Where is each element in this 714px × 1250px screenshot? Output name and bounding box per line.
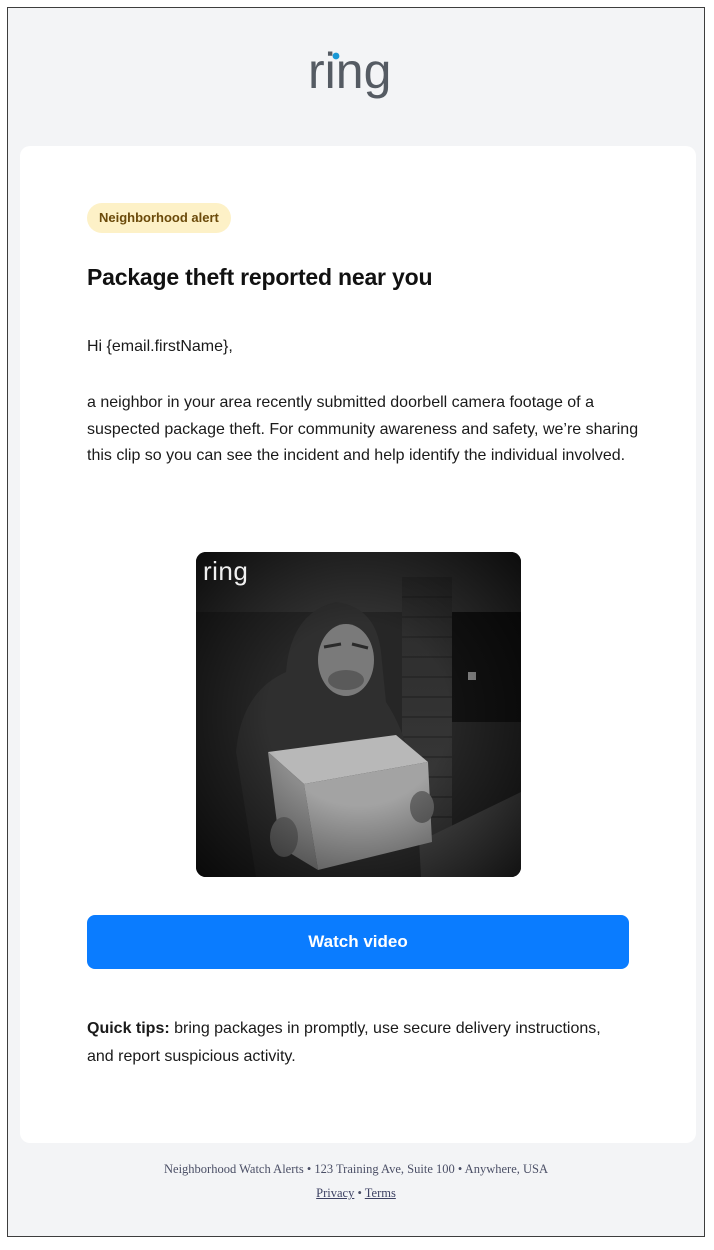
neighborhood-alert-badge: Neighborhood alert xyxy=(87,203,231,233)
ring-logo-mark: ring xyxy=(308,48,391,99)
doorbell-footage-image xyxy=(196,552,521,877)
email-footer: Neighborhood Watch Alerts • 123 Training… xyxy=(8,1162,704,1201)
alert-title: Package theft reported near you xyxy=(87,264,433,290)
footer-links: Privacy • Terms xyxy=(8,1186,704,1201)
terms-link[interactable]: Terms xyxy=(365,1186,396,1200)
watch-video-button[interactable]: Watch video xyxy=(87,915,629,969)
email-frame: ring Neighborhood alert Package theft re… xyxy=(7,7,705,1237)
footer-address: Neighborhood Watch Alerts • 123 Training… xyxy=(164,1162,548,1176)
greeting-text: Hi {email.firstName}, xyxy=(87,338,233,355)
privacy-link[interactable]: Privacy xyxy=(316,1186,354,1200)
alert-card: Neighborhood alert Package theft reporte… xyxy=(20,146,696,1143)
ring-logo-dot xyxy=(332,52,340,60)
video-thumbnail[interactable]: ring xyxy=(196,552,521,877)
video-watermark: ring xyxy=(203,556,249,586)
ring-logo: ring xyxy=(8,48,704,112)
quick-tips-label: Quick tips: xyxy=(87,1020,170,1037)
quick-tips: Quick tips: bring packages in promptly, … xyxy=(87,1015,607,1071)
alert-body-text: a neighbor in your area recently submitt… xyxy=(87,394,639,464)
footer-link-separator: • xyxy=(354,1186,365,1200)
ring-logo-text: ring xyxy=(308,48,391,99)
